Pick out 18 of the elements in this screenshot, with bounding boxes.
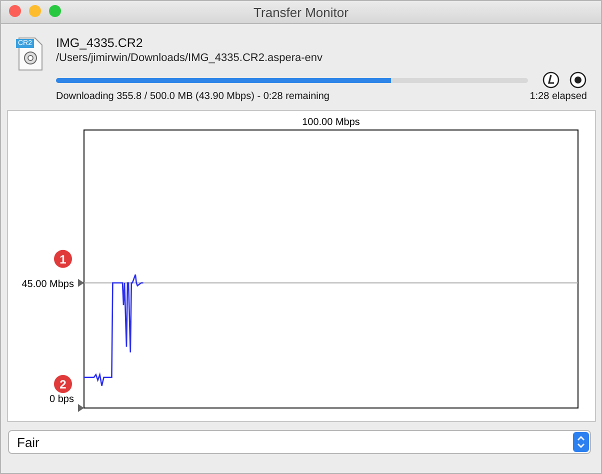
rate-label: 0 bps [50,394,74,405]
close-button[interactable] [9,5,21,17]
minimize-button[interactable] [29,5,41,17]
speed-limit-button[interactable] [542,71,560,89]
rate-label: 45.00 Mbps [22,278,74,290]
file-path: /Users/jimirwin/Downloads/IMG_4335.CR2.aspera-env [56,52,324,64]
zoom-button[interactable] [49,5,61,17]
stepper-icon [573,432,589,452]
level-marker-icon [78,404,84,412]
policy-dropdown[interactable]: Fair [8,430,591,454]
elapsed-time: 1:28 elapsed [530,91,587,102]
file-name: IMG_4335.CR2 [56,36,144,50]
stop-button[interactable] [569,71,587,89]
max-rate-label: 100.00 Mbps [302,117,360,128]
transfer-status: Downloading 355.8 / 500.0 MB (43.90 Mbps) - 0:28 remaining [56,91,330,102]
numbered-badge: 1 [54,250,72,268]
numbered-badge: 2 [54,375,72,393]
window-title: Transfer Monitor [254,4,348,20]
